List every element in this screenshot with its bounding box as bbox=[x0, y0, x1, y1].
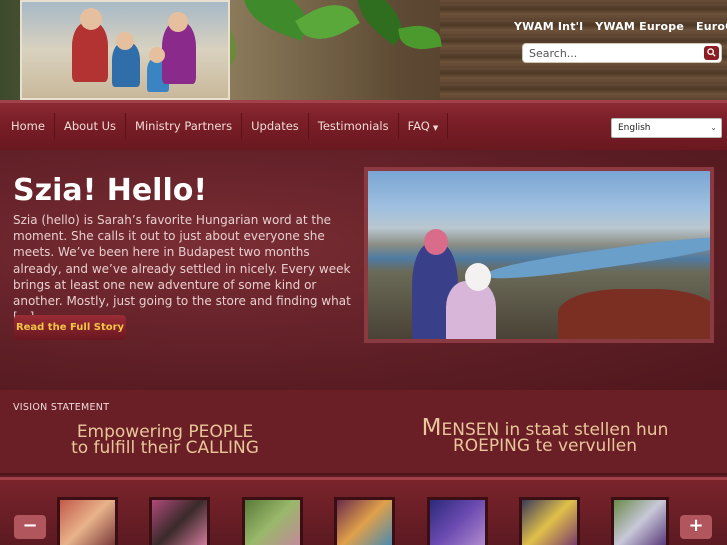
gallery-thumbnail[interactable] bbox=[149, 497, 210, 545]
featured-post-excerpt: Szia (hello) is Sarah’s favorite Hungari… bbox=[13, 213, 351, 324]
search-icon bbox=[707, 48, 716, 57]
gallery-thumbnail[interactable] bbox=[427, 497, 488, 545]
vision-dutch: MENSEN in staat stellen hun ROEPING te v… bbox=[421, 415, 669, 456]
featured-post: Szia! Hello! Szia (hello) is Sarah’s fav… bbox=[0, 150, 727, 390]
gallery-thumbnail[interactable] bbox=[334, 497, 395, 545]
gallery-prev-button[interactable]: − bbox=[14, 515, 46, 539]
featured-post-image[interactable] bbox=[364, 167, 714, 343]
nav-item-faq[interactable]: FAQ ▼ bbox=[399, 113, 449, 139]
chevron-down-icon: ⌄ bbox=[710, 123, 717, 132]
top-links: YWAM Int'l YWAM Europe EuroCom bbox=[514, 20, 727, 33]
vision-english: Empowering PEOPLE to fulfill their CALLI… bbox=[71, 422, 259, 458]
search-box bbox=[522, 43, 722, 63]
gallery-thumbnail[interactable] bbox=[611, 497, 669, 545]
nav-item-home[interactable]: Home bbox=[2, 113, 55, 139]
top-link-ywam-intl[interactable]: YWAM Int'l bbox=[514, 20, 583, 33]
top-link-ywam-europe[interactable]: YWAM Europe bbox=[595, 20, 684, 33]
photo-gallery-strip: − + bbox=[0, 477, 727, 545]
gallery-thumbnail[interactable] bbox=[242, 497, 303, 545]
nav-item-updates[interactable]: Updates bbox=[242, 113, 309, 139]
nav-item-about-us[interactable]: About Us bbox=[55, 113, 127, 139]
language-select[interactable]: English ⌄ bbox=[611, 118, 722, 138]
dropdown-caret-icon: ▼ bbox=[432, 124, 439, 132]
family-photo bbox=[20, 0, 230, 100]
top-link-eurocom[interactable]: EuroCom bbox=[696, 20, 727, 33]
search-input[interactable] bbox=[529, 46, 699, 61]
read-full-story-button[interactable]: Read the Full Story bbox=[14, 315, 126, 340]
leaf-decoration bbox=[295, 0, 360, 51]
vision-statement: VISION STATEMENT Empowering PEOPLE to fu… bbox=[0, 390, 727, 475]
featured-post-title[interactable]: Szia! Hello! bbox=[13, 173, 207, 208]
leaf-decoration bbox=[398, 21, 442, 54]
vision-label: VISION STATEMENT bbox=[13, 402, 110, 413]
nav-item-testimonials[interactable]: Testimonials bbox=[309, 113, 399, 139]
gallery-thumbnail[interactable] bbox=[57, 497, 118, 545]
search-button[interactable] bbox=[704, 46, 719, 60]
nav-item-ministry-partners[interactable]: Ministry Partners bbox=[126, 113, 243, 139]
gallery-thumbnail[interactable] bbox=[519, 497, 580, 545]
gallery-next-button[interactable]: + bbox=[680, 515, 712, 539]
